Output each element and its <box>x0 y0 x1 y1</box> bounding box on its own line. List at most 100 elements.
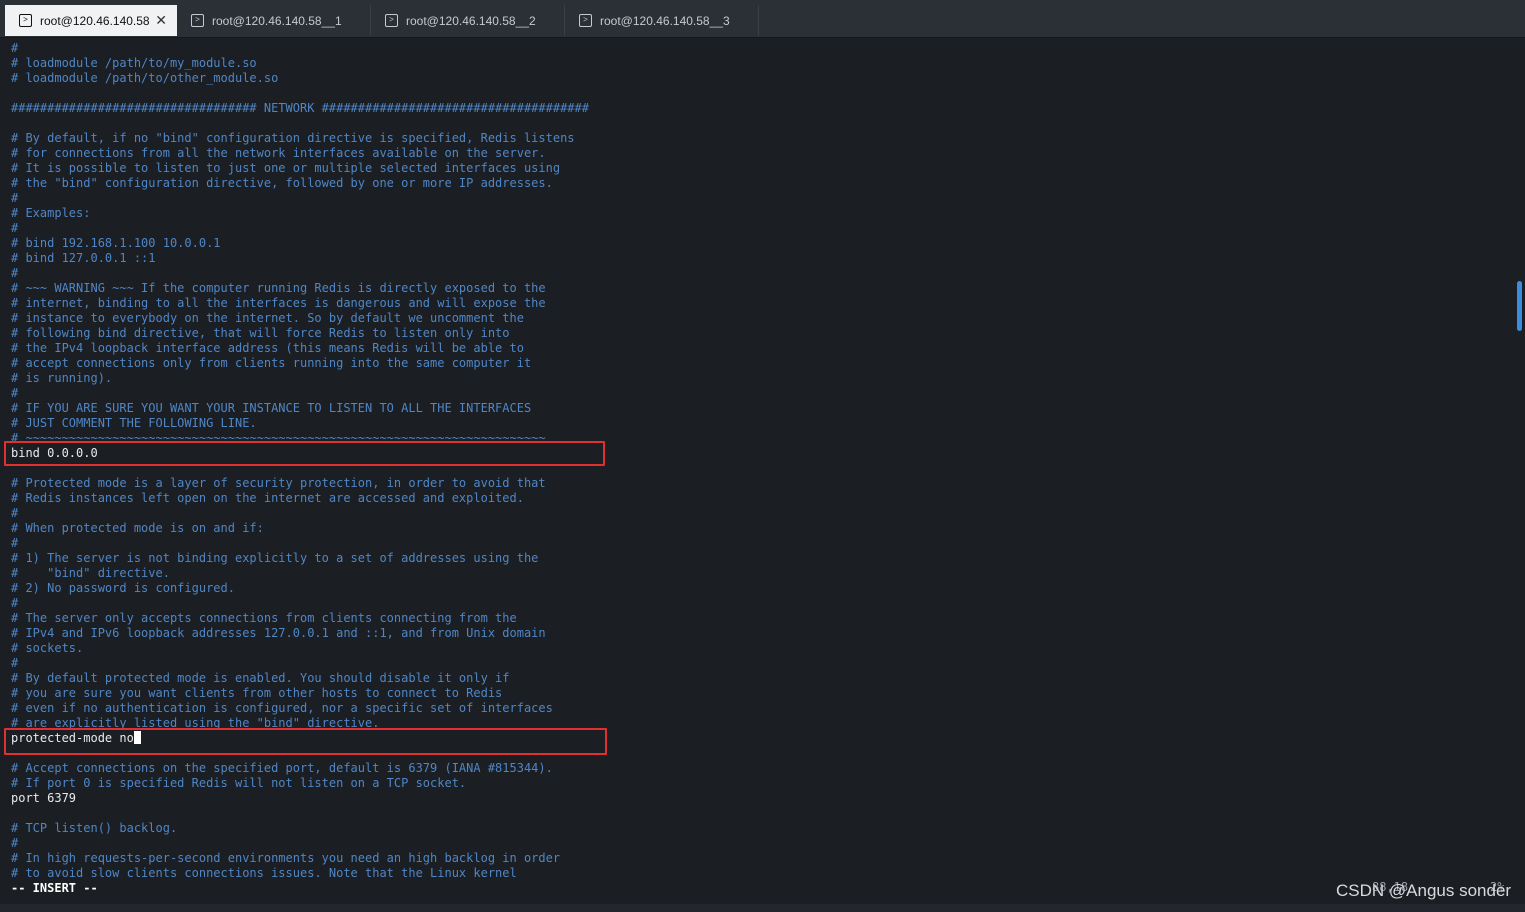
terminal-icon: > <box>579 14 592 27</box>
watermark: CSDN @Angus sonder <box>1336 881 1512 900</box>
terminal-line-text: # <box>11 41 19 55</box>
terminal-line: # following bind directive, that will fo… <box>11 326 510 341</box>
terminal-line-text: # TCP listen() backlog. <box>11 821 178 835</box>
terminal-line: # Redis instances left open on the inter… <box>11 491 524 506</box>
terminal-line: # In high requests-per-second environmen… <box>11 851 560 866</box>
vim-mode-indicator: -- INSERT -- <box>11 881 98 896</box>
tab-label: root@120.46.140.58__1 <box>212 13 342 28</box>
terminal-line-text: # "bind" directive. <box>11 566 170 580</box>
terminal-line-text: port 6379 <box>11 791 77 805</box>
terminal-line: protected-mode no <box>11 731 141 746</box>
terminal-line-text: # you are sure you want clients from oth… <box>11 686 503 700</box>
terminal-line-text: # loadmodule /path/to/other_module.so <box>11 71 279 85</box>
terminal-line: # <box>11 191 18 206</box>
terminal-line-text: # 1) The server is not binding explicitl… <box>11 551 539 565</box>
terminal-line: ################################## NETWO… <box>11 101 589 116</box>
terminal-line: # 1) The server is not binding explicitl… <box>11 551 538 566</box>
terminal-line: # <box>11 536 18 551</box>
terminal-line: # ~~~ WARNING ~~~ If the computer runnin… <box>11 281 546 296</box>
terminal-line: # When protected mode is on and if: <box>11 521 264 536</box>
terminal-line: # The server only accepts connections fr… <box>11 611 517 626</box>
terminal-line: # accept connections only from clients r… <box>11 356 531 371</box>
terminal-line: # <box>11 266 18 281</box>
terminal-line-text: # When protected mode is on and if: <box>11 521 264 535</box>
terminal-line: # you are sure you want clients from oth… <box>11 686 502 701</box>
terminal-line: # sockets. <box>11 641 83 656</box>
terminal-line: # loadmodule /path/to/other_module.so <box>11 71 278 86</box>
terminal-line-text: # bind 192.168.1.100 10.0.0.1 <box>11 236 221 250</box>
terminal-line: # By default protected mode is enabled. … <box>11 671 510 686</box>
tab-root-main[interactable]: > root@120.46.140.58 ✕ <box>5 5 177 36</box>
terminal-line-text: # the "bind" configuration directive, fo… <box>11 176 553 190</box>
terminal-line-text: # <box>11 221 19 235</box>
terminal-line: # bind 192.168.1.100 10.0.0.1 <box>11 236 221 251</box>
terminal-line: # IF YOU ARE SURE YOU WANT YOUR INSTANCE… <box>11 401 531 416</box>
terminal-line-text: # instance to everybody on the internet.… <box>11 311 524 325</box>
terminal-line-text: # ~~~ WARNING ~~~ If the computer runnin… <box>11 281 546 295</box>
terminal-line: # is running). <box>11 371 112 386</box>
terminal-icon: > <box>191 14 204 27</box>
terminal-line: # loadmodule /path/to/my_module.so <box>11 56 257 71</box>
terminal-line: # Examples: <box>11 206 90 221</box>
terminal-line: # for connections from all the network i… <box>11 146 546 161</box>
terminal-line: # ~~~~~~~~~~~~~~~~~~~~~~~~~~~~~~~~~~~~~~… <box>11 431 546 446</box>
tab-root-1[interactable]: > root@120.46.140.58__1 <box>177 5 371 36</box>
terminal-line-text: # <box>11 656 19 670</box>
terminal-line: # are explicitly listed using the "bind"… <box>11 716 379 731</box>
scrollbar-thumb[interactable] <box>1517 281 1522 331</box>
terminal-line-text: # The server only accepts connections fr… <box>11 611 517 625</box>
terminal-line-text: # <box>11 536 19 550</box>
terminal-output[interactable]: # # loadmodule /path/to/my_module.so # loa… <box>0 38 1514 904</box>
terminal-line: # <box>11 41 18 56</box>
window-bottom-edge <box>0 904 1525 912</box>
terminal-line-text: # for connections from all the network i… <box>11 146 546 160</box>
terminal-line: # instance to everybody on the internet.… <box>11 311 524 326</box>
terminal-line: # It is possible to listen to just one o… <box>11 161 560 176</box>
text-cursor <box>133 731 141 744</box>
terminal-line: # "bind" directive. <box>11 566 170 581</box>
terminal-icon: > <box>385 14 398 27</box>
terminal-line: # Protected mode is a layer of security … <box>11 476 546 491</box>
terminal-line: # internet, binding to all the interface… <box>11 296 546 311</box>
terminal-line: # TCP listen() backlog. <box>11 821 177 836</box>
terminal-line-text: # bind 127.0.0.1 ::1 <box>11 251 156 265</box>
tab-root-3[interactable]: > root@120.46.140.58__3 <box>565 5 759 36</box>
terminal-line-text: # Protected mode is a layer of security … <box>11 476 546 490</box>
terminal-line-text: # <box>11 191 19 205</box>
terminal-line-text: # Redis instances left open on the inter… <box>11 491 524 505</box>
terminal-line: # even if no authentication is configure… <box>11 701 553 716</box>
terminal-line-text: # even if no authentication is configure… <box>11 701 553 715</box>
terminal-line-text: -- INSERT -- <box>11 881 98 895</box>
terminal-line-text: bind 0.0.0.0 <box>11 446 98 460</box>
terminal-line-text: # accept connections only from clients r… <box>11 356 532 370</box>
terminal-line-text: # <box>11 266 19 280</box>
terminal-line: bind 0.0.0.0 <box>11 446 98 461</box>
terminal-line: # 2) No password is configured. <box>11 581 235 596</box>
terminal-line-text: # 2) No password is configured. <box>11 581 235 595</box>
terminal-line: # <box>11 221 18 236</box>
terminal-line-text: # internet, binding to all the interface… <box>11 296 546 310</box>
terminal-line-text: # to avoid slow clients connections issu… <box>11 866 517 880</box>
scrollbar[interactable] <box>1514 38 1525 904</box>
terminal-line-text: # In high requests-per-second environmen… <box>11 851 561 865</box>
close-icon[interactable]: ✕ <box>155 12 167 29</box>
terminal-line-text: ################################## NETWO… <box>11 101 589 115</box>
terminal-line-text: # By default protected mode is enabled. … <box>11 671 510 685</box>
terminal-icon: > <box>19 14 32 27</box>
tab-label: root@120.46.140.58__3 <box>600 13 730 28</box>
terminal-line: # JUST COMMENT THE FOLLOWING LINE. <box>11 416 257 431</box>
terminal-line: # the "bind" configuration directive, fo… <box>11 176 553 191</box>
terminal-line-text: # are explicitly listed using the "bind"… <box>11 716 380 730</box>
tab-root-2[interactable]: > root@120.46.140.58__2 <box>371 5 565 36</box>
terminal-line-text: # Examples: <box>11 206 91 220</box>
terminal-line: # By default, if no "bind" configuration… <box>11 131 575 146</box>
terminal-line: # <box>11 836 18 851</box>
terminal-line-text: # <box>11 596 19 610</box>
tab-label: root@120.46.140.58__2 <box>406 13 536 28</box>
terminal-line-text: # loadmodule /path/to/my_module.so <box>11 56 257 70</box>
terminal-line-text: # <box>11 386 19 400</box>
terminal-line-text: # <box>11 506 19 520</box>
terminal-line-text: # Accept connections on the specified po… <box>11 761 553 775</box>
terminal-line-text: # By default, if no "bind" configuration… <box>11 131 575 145</box>
terminal-line-text: # following bind directive, that will fo… <box>11 326 510 340</box>
